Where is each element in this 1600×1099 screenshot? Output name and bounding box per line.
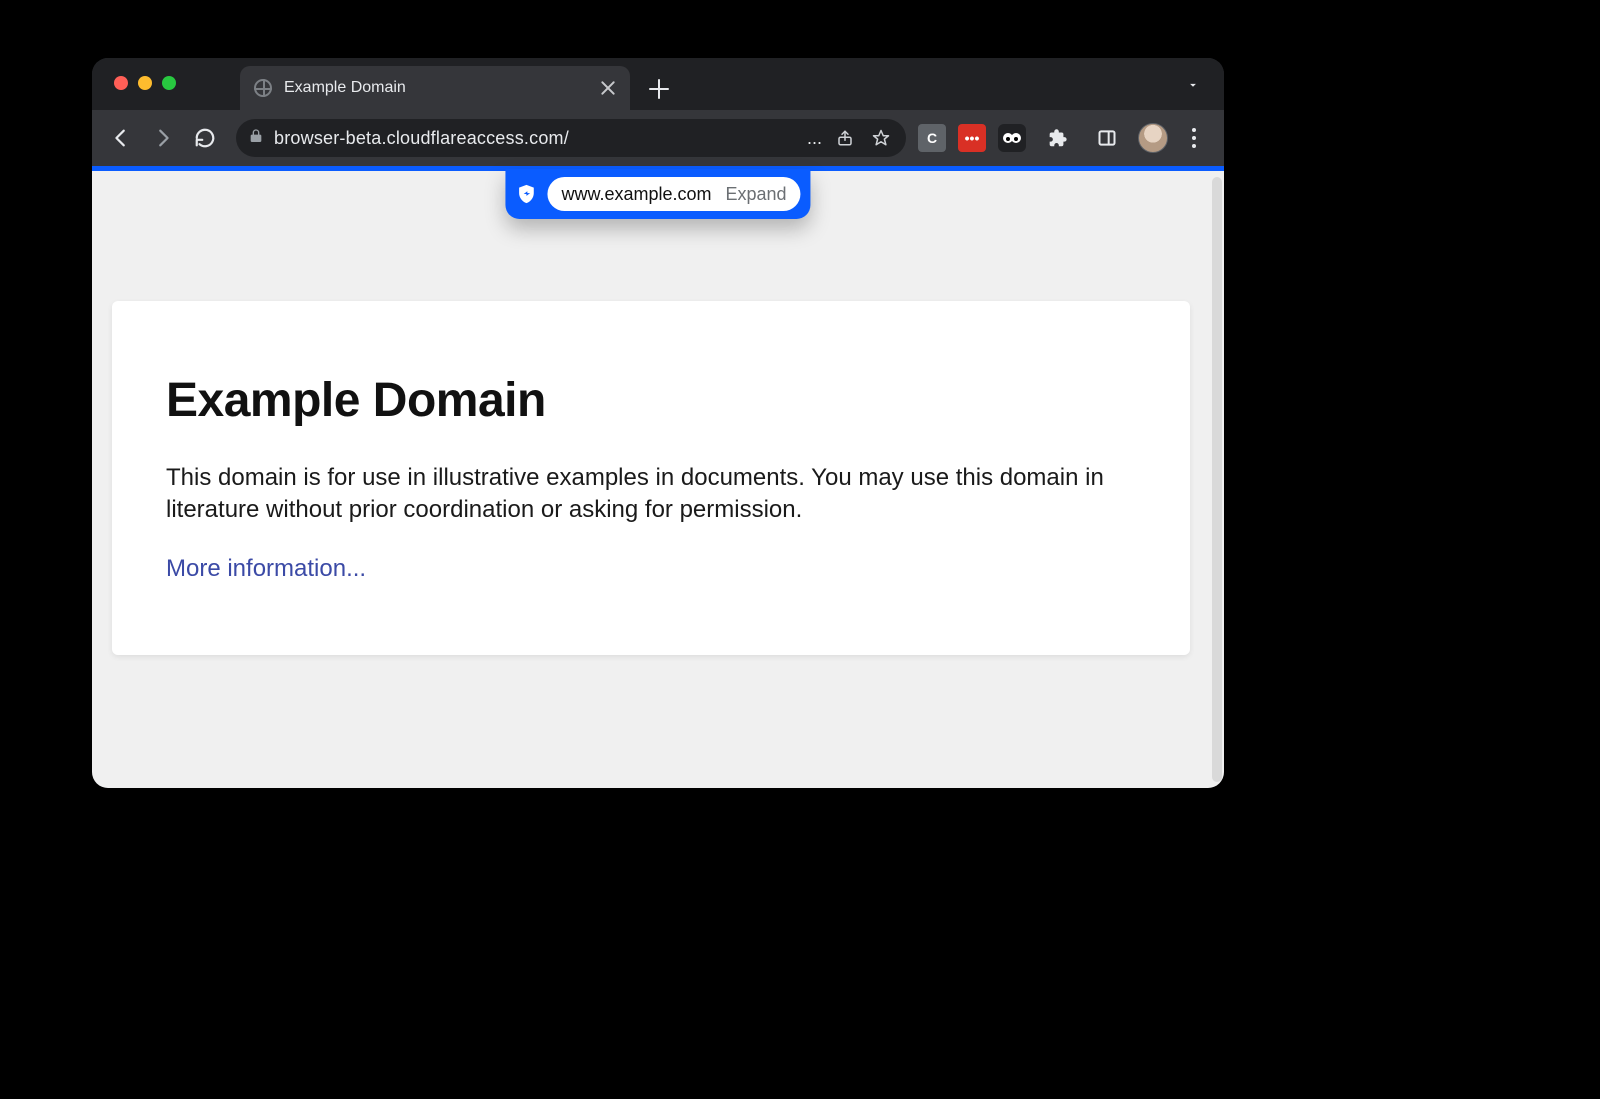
extension-eyes-button[interactable] (998, 124, 1026, 152)
overlay-address-pill[interactable]: www.example.com Expand (547, 177, 800, 211)
close-window-button[interactable] (114, 76, 128, 90)
lock-icon (248, 128, 264, 149)
shield-icon (513, 181, 539, 207)
maximize-window-button[interactable] (162, 76, 176, 90)
extension-c-button[interactable]: C (918, 124, 946, 152)
browser-window: Example Domain browser-beta.cloudflareac… (92, 58, 1224, 788)
page-viewport: www.example.com Expand Example Domain Th… (92, 166, 1224, 788)
address-truncation: ... (807, 128, 822, 149)
extensions-puzzle-button[interactable] (1038, 119, 1076, 157)
extensions-group: C ••• (918, 119, 1214, 157)
chrome-menu-button[interactable] (1180, 124, 1208, 152)
page-heading: Example Domain (166, 373, 1136, 428)
minimize-window-button[interactable] (138, 76, 152, 90)
browser-tab[interactable]: Example Domain (240, 66, 630, 110)
tab-strip: Example Domain (92, 58, 1224, 110)
side-panel-button[interactable] (1088, 119, 1126, 157)
extension-password-button[interactable]: ••• (958, 124, 986, 152)
reload-button[interactable] (186, 119, 224, 157)
close-tab-button[interactable] (600, 80, 616, 96)
tab-title: Example Domain (284, 79, 588, 97)
toolbar: browser-beta.cloudflareaccess.com/ ... C… (92, 110, 1224, 166)
new-tab-button[interactable] (644, 74, 674, 104)
share-icon[interactable] (832, 125, 858, 151)
globe-icon (254, 79, 272, 97)
overlay-host-text: www.example.com (561, 184, 711, 205)
tabs-dropdown-button[interactable] (1186, 78, 1200, 92)
window-controls (114, 76, 176, 90)
page-paragraph: This domain is for use in illustrative e… (166, 462, 1126, 527)
content-card: Example Domain This domain is for use in… (112, 301, 1190, 655)
overlay-expand-button[interactable]: Expand (725, 184, 786, 205)
profile-avatar-button[interactable] (1138, 123, 1168, 153)
cloudflare-overlay-bar: www.example.com Expand (505, 169, 810, 219)
more-info-link[interactable]: More information... (166, 555, 366, 583)
address-url-text: browser-beta.cloudflareaccess.com/ (274, 128, 797, 149)
forward-button[interactable] (144, 119, 182, 157)
bookmark-star-icon[interactable] (868, 125, 894, 151)
address-bar[interactable]: browser-beta.cloudflareaccess.com/ ... (236, 119, 906, 157)
vertical-scrollbar[interactable] (1212, 177, 1222, 782)
back-button[interactable] (102, 119, 140, 157)
